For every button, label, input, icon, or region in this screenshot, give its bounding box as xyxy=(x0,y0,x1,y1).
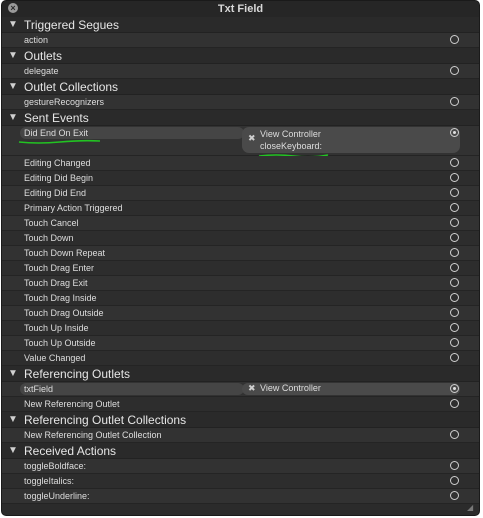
connection-circle-icon[interactable] xyxy=(450,97,459,106)
list-item: Touch Down Repeat xyxy=(2,246,479,261)
connected-outlet-row: txtField ✖ View Controller xyxy=(2,382,479,397)
list-item: Touch Down xyxy=(2,231,479,246)
remove-x-icon[interactable]: ✖ xyxy=(248,383,256,394)
list-item: Touch Drag Enter xyxy=(2,261,479,276)
connection-circle-icon[interactable] xyxy=(450,461,459,470)
list-item: New Referencing Outlet xyxy=(2,397,479,412)
list-item: gestureRecognizers xyxy=(2,95,479,110)
connected-event-row: Did End On Exit ✖ View Controller closeK… xyxy=(2,126,479,158)
connection-circle-icon[interactable] xyxy=(450,430,459,439)
triangle-down-icon[interactable]: ▼ xyxy=(8,412,18,428)
triangle-down-icon[interactable]: ▼ xyxy=(8,17,18,33)
list-item: toggleBoldface: xyxy=(2,459,479,474)
connection-circle-icon[interactable] xyxy=(450,218,459,227)
section-triggered-segues[interactable]: ▼ Triggered Segues xyxy=(2,17,479,33)
target-name: View Controller xyxy=(260,129,321,139)
event-label: Did End On Exit xyxy=(24,128,89,138)
connection-circle-icon[interactable] xyxy=(450,308,459,317)
connection-circle-icon[interactable] xyxy=(450,384,459,393)
connection-circle-icon[interactable] xyxy=(450,278,459,287)
connection-circle-icon[interactable] xyxy=(450,323,459,332)
list-item: delegate xyxy=(2,64,479,79)
connection-circle-icon[interactable] xyxy=(450,399,459,408)
connection-circle-icon[interactable] xyxy=(450,353,459,362)
triangle-down-icon[interactable]: ▼ xyxy=(8,366,18,382)
triangle-down-icon[interactable]: ▼ xyxy=(8,48,18,64)
section-outlet-collections[interactable]: ▼ Outlet Collections xyxy=(2,79,479,95)
outlet-label: txtField xyxy=(24,384,54,394)
list-item: Touch Drag Outside xyxy=(2,306,479,321)
connection-circle-icon[interactable] xyxy=(450,203,459,212)
section-received-actions[interactable]: ▼ Received Actions xyxy=(2,443,479,459)
connection-target-pill: ✖ View Controller xyxy=(242,383,460,395)
connection-circle-icon[interactable] xyxy=(450,248,459,257)
connections-panel: × Txt Field ▼ Triggered Segues action ▼ … xyxy=(1,0,480,516)
connection-circle-icon[interactable] xyxy=(450,263,459,272)
triangle-down-icon[interactable]: ▼ xyxy=(8,110,18,126)
list-item: Touch Drag Exit xyxy=(2,276,479,291)
window-title: Txt Field xyxy=(217,3,264,15)
annotation-underline xyxy=(18,139,101,144)
resize-handle-icon[interactable]: ◢ xyxy=(467,503,477,513)
list-item: Editing Changed xyxy=(2,156,479,171)
connection-circle-icon[interactable] xyxy=(450,66,459,75)
list-item: Value Changed xyxy=(2,351,479,366)
list-item: Primary Action Triggered xyxy=(2,201,479,216)
connection-circle-icon[interactable] xyxy=(450,491,459,500)
list-item: Editing Did Begin xyxy=(2,171,479,186)
target-name: View Controller xyxy=(260,383,321,393)
triangle-down-icon[interactable]: ▼ xyxy=(8,79,18,95)
connection-circle-icon[interactable] xyxy=(450,476,459,485)
list-item: Editing Did End xyxy=(2,186,479,201)
section-referencing-outlets[interactable]: ▼ Referencing Outlets xyxy=(2,366,479,382)
remove-x-icon[interactable]: ✖ xyxy=(248,133,256,144)
connection-circle-icon[interactable] xyxy=(450,293,459,302)
list-item: Touch Up Outside xyxy=(2,336,479,351)
connection-circle-icon[interactable] xyxy=(450,158,459,167)
connection-circle-icon[interactable] xyxy=(450,233,459,242)
list-item: Touch Drag Inside xyxy=(2,291,479,306)
list-item: New Referencing Outlet Collection xyxy=(2,428,479,443)
connected-outlet-pill[interactable]: txtField xyxy=(20,383,244,395)
connection-circle-icon[interactable] xyxy=(450,338,459,347)
connections-list: ▼ Triggered Segues action ▼ Outlets dele… xyxy=(2,17,479,504)
list-item: toggleUnderline: xyxy=(2,489,479,504)
triangle-down-icon[interactable]: ▼ xyxy=(8,443,18,459)
connection-circle-icon[interactable] xyxy=(450,188,459,197)
connection-circle-icon[interactable] xyxy=(450,128,459,137)
connection-circle-icon[interactable] xyxy=(450,173,459,182)
target-action: closeKeyboard: xyxy=(260,141,323,151)
connection-target-pill: ✖ View Controller closeKeyboard: xyxy=(242,127,460,153)
list-item: action xyxy=(2,33,479,48)
list-item: Touch Cancel xyxy=(2,216,479,231)
section-outlets[interactable]: ▼ Outlets xyxy=(2,48,479,64)
section-sent-events[interactable]: ▼ Sent Events xyxy=(2,110,479,126)
section-referencing-outlet-collections[interactable]: ▼ Referencing Outlet Collections xyxy=(2,412,479,428)
list-item: toggleItalics: xyxy=(2,474,479,489)
titlebar: × Txt Field xyxy=(2,1,479,18)
connection-circle-icon[interactable] xyxy=(450,35,459,44)
connected-event-pill[interactable]: Did End On Exit xyxy=(20,127,244,139)
list-item: Touch Up Inside xyxy=(2,321,479,336)
